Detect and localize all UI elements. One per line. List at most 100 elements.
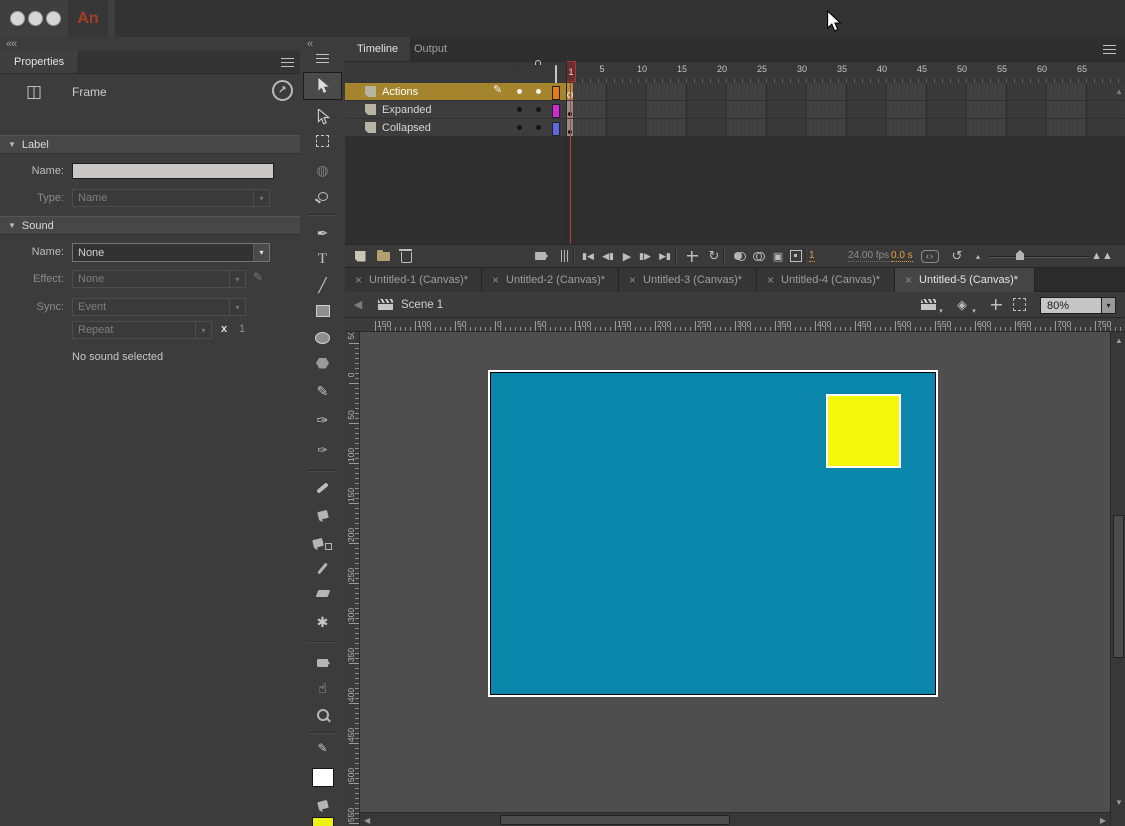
stage-fill-shape[interactable] [490,372,936,695]
subselection-tool[interactable] [300,104,345,130]
zoom-dropdown-icon[interactable]: ▾ [1101,297,1116,314]
layer-frames-row[interactable] [566,101,1125,119]
onion-skin-outline-button[interactable] [750,245,768,267]
panel-menu-icon[interactable] [281,58,294,67]
tools-menu-icon[interactable] [316,54,329,63]
onion-skin-button[interactable] [731,245,749,267]
document-tab[interactable]: ×Untitled-3 (Canvas)* [619,268,757,292]
back-arrow-icon[interactable]: ◀ [350,292,366,317]
frames-area[interactable] [566,83,1125,137]
zoom-out-frames-icon[interactable]: ▴ [969,245,987,267]
label-name-input[interactable] [72,163,274,179]
oval-tool[interactable] [300,325,345,351]
playhead[interactable]: 1 [566,61,576,82]
pencil-tool[interactable]: ✎ [300,378,345,404]
document-tab[interactable]: ×Untitled-2 (Canvas)* [482,268,619,292]
delete-layer-button[interactable] [397,245,415,267]
3d-rotation-tool[interactable]: ◍ [300,157,345,183]
edit-sound-envelope-icon[interactable]: ✎ [253,271,263,283]
eyedropper-tool[interactable] [300,555,345,581]
document-tab[interactable]: ×Untitled-1 (Canvas)* [345,268,482,292]
pen-tool[interactable]: ✒ [300,220,345,246]
scroll-up-icon[interactable]: ▲ [1115,336,1123,345]
window-minimize-button[interactable] [28,11,43,26]
camera-button[interactable] [531,245,549,267]
line-tool[interactable]: ╱ [300,272,345,298]
sound-sync-select[interactable]: Event ▾ [72,298,246,316]
layer-lock-dot[interactable] [536,125,541,130]
ink-bottle-tool[interactable] [300,530,345,556]
center-playhead-button[interactable] [683,245,701,267]
timeline-scroll-up-icon[interactable]: ▲ [1115,87,1123,96]
frame-ruler[interactable]: 1 5101520253035404550556065 [566,61,1125,83]
frame-view-button[interactable] [921,245,939,267]
tab-output[interactable]: Output [402,37,459,61]
elapsed-time-value[interactable]: 0.0 s [891,250,913,262]
close-tab-icon[interactable]: × [355,273,362,287]
clip-content-icon[interactable] [1010,292,1028,317]
layer-name[interactable]: Actions [382,86,418,98]
layer-lock-dot[interactable] [536,89,541,94]
close-tab-icon[interactable]: × [492,273,499,287]
document-tab[interactable]: ×Untitled-4 (Canvas)* [757,268,895,292]
classic-brush-tool[interactable]: ✑ [300,437,345,463]
layer-lock-dot[interactable] [536,107,541,112]
close-tab-icon[interactable]: × [767,273,774,287]
close-tab-icon[interactable]: × [629,273,636,287]
layer-frames-row[interactable] [566,83,1125,101]
lasso-tool[interactable] [300,183,345,209]
loop-button[interactable]: ↻ [705,245,723,267]
center-stage-icon[interactable] [987,292,1005,317]
reset-timeline-zoom-button[interactable]: ↺ [948,245,966,267]
first-frame-button[interactable]: ▮◀ [579,245,597,267]
zoom-in-frames-icon[interactable]: ▲▲ [1093,245,1111,267]
layer-visible-dot[interactable] [517,125,522,130]
layer-name[interactable]: Expanded [382,104,432,116]
layer-row-expanded[interactable]: Expanded [345,101,566,119]
timeline-zoom-slider[interactable] [989,256,1089,258]
layer-row-actions[interactable]: Actions✎ [345,83,566,101]
window-zoom-button[interactable] [46,11,61,26]
play-button[interactable]: ▶ [618,245,636,267]
horizontal-scrollbar[interactable]: ◀ ▶ [360,812,1110,826]
layer-outline-color-swatch[interactable] [552,104,560,118]
bone-tool[interactable] [300,475,345,501]
hand-tool[interactable]: ☝ [300,675,345,701]
tab-properties[interactable]: Properties [0,51,79,73]
polystar-tool[interactable] [300,350,345,376]
camera-tool[interactable] [300,650,345,676]
label-section-header[interactable]: ▼ Label [0,135,308,154]
layer-name[interactable]: Collapsed [382,122,431,134]
stroke-color-control[interactable]: ✎ [300,735,345,761]
close-tab-icon[interactable]: × [905,273,912,287]
sound-effect-select[interactable]: None ▾ [72,270,246,288]
frame-rate-value[interactable]: 24.00 fps [848,250,889,262]
edit-multiple-frames-button[interactable]: ▣ [769,245,787,267]
fluid-brush-tool[interactable]: ✑ [300,407,345,433]
horizontal-scroll-thumb[interactable] [500,815,730,825]
tab-timeline[interactable]: Timeline [345,37,410,61]
scene-name-label[interactable]: Scene 1 [401,292,443,317]
scroll-right-icon[interactable]: ▶ [1100,816,1106,825]
layer-depth-button[interactable] [555,245,573,267]
rectangle-tool[interactable] [300,298,345,324]
label-type-select[interactable]: Name ▾ [72,189,270,207]
sound-repeat-select[interactable]: Repeat ▾ [72,321,212,339]
asset-warp-tool[interactable]: ✱ [300,609,345,635]
repeat-count-value[interactable]: 1 [239,323,245,335]
window-close-button[interactable] [10,11,25,26]
zoom-level-select[interactable]: 80% [1040,297,1108,314]
collapse-panel-icon[interactable]: « [307,38,312,50]
eraser-tool[interactable] [300,580,345,606]
new-folder-button[interactable] [374,245,392,267]
layer-outline-color-swatch[interactable] [552,86,560,100]
collapse-panel-icon[interactable]: «« [6,38,16,50]
sound-section-header[interactable]: ▼ Sound [0,216,308,235]
timeline-menu-icon[interactable] [1103,45,1116,54]
selection-tool[interactable] [304,73,341,99]
current-frame-value[interactable]: 1 [809,250,815,262]
vertical-scroll-thumb[interactable] [1113,515,1124,658]
layer-outline-icon[interactable] [555,66,557,84]
sound-name-select[interactable]: None ▾ [72,243,270,262]
stroke-color-swatch[interactable] [300,764,345,790]
